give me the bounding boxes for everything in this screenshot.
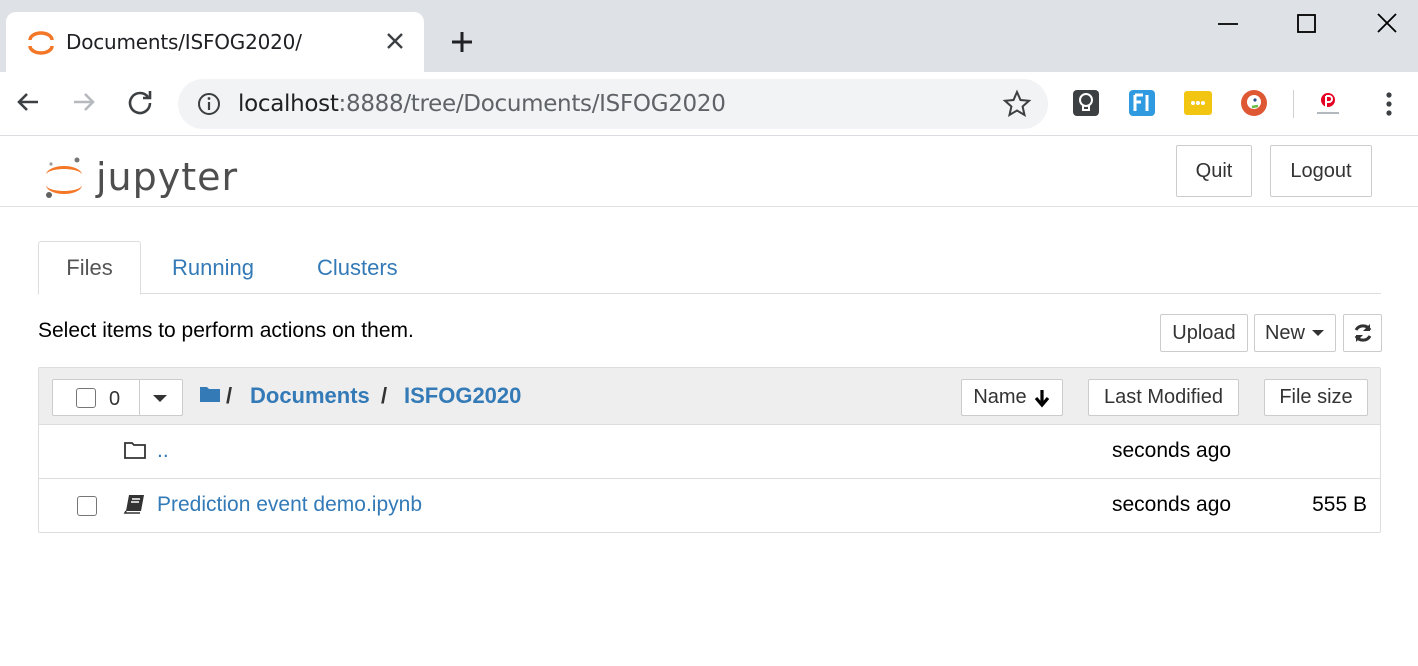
fi-icon[interactable] xyxy=(1127,88,1157,118)
window-close-icon[interactable] xyxy=(1368,8,1404,40)
jupyter-logo[interactable]: jupyter xyxy=(44,147,244,199)
refresh-icon xyxy=(1354,324,1371,342)
caret-down-icon xyxy=(1312,330,1324,336)
bookmark-star-icon[interactable] xyxy=(1002,89,1032,119)
close-tab-icon[interactable] xyxy=(382,28,408,54)
select-all-group: 0 xyxy=(52,379,183,416)
refresh-button[interactable] xyxy=(1343,314,1382,352)
maximize-icon[interactable] xyxy=(1288,8,1324,40)
notebook-icon xyxy=(123,495,144,514)
new-button-label: New xyxy=(1264,321,1305,344)
sort-by-file-size-button[interactable]: File size xyxy=(1264,379,1368,416)
duckduckgo-icon[interactable] xyxy=(1239,88,1269,118)
row-checkbox[interactable] xyxy=(77,496,97,516)
select-divider xyxy=(139,380,140,415)
breadcrumb-separator: / xyxy=(226,383,233,408)
row-modified: seconds ago xyxy=(1112,493,1232,516)
notebook-tabs: Files Running Clusters xyxy=(38,241,1381,295)
select-all-checkbox[interactable] xyxy=(76,388,96,408)
minimize-icon[interactable] xyxy=(1210,8,1246,40)
jupyter-logo-text: jupyter xyxy=(96,155,239,199)
selected-count: 0 xyxy=(109,388,121,410)
url-host: localhost xyxy=(238,91,339,117)
tab-running[interactable]: Running xyxy=(172,241,254,294)
dots-icon[interactable] xyxy=(1183,88,1213,118)
quit-button[interactable]: Quit xyxy=(1176,145,1252,197)
url-text[interactable]: localhost:8888/tree/Documents/ISFOG2020 xyxy=(238,91,726,117)
selection-hint: Select items to perform actions on them. xyxy=(38,319,414,342)
tab-files[interactable]: Files xyxy=(38,241,141,295)
sort-by-name-button[interactable]: Name xyxy=(961,379,1063,416)
breadcrumb-documents[interactable]: Documents xyxy=(250,383,370,409)
forward-arrow-icon[interactable] xyxy=(68,86,100,118)
list-item[interactable]: .. seconds ago xyxy=(39,425,1380,479)
browser-tab-title: Documents/ISFOG2020/ xyxy=(66,30,302,54)
file-list: 0 / Documents / ISFOG2020 Name Last Modi… xyxy=(38,367,1381,533)
select-menu-caret-icon[interactable] xyxy=(152,392,168,404)
browser-tabstrip: Documents/ISFOG2020/ xyxy=(0,0,1418,72)
parent-directory-link[interactable]: .. xyxy=(157,439,169,463)
back-arrow-icon[interactable] xyxy=(12,86,44,118)
browser-tab[interactable]: Documents/ISFOG2020/ xyxy=(6,12,424,72)
sort-by-last-modified-button[interactable]: Last Modified xyxy=(1088,379,1239,416)
list-item[interactable]: Prediction event demo.ipynb seconds ago … xyxy=(39,479,1380,533)
row-file-size: 555 B xyxy=(1312,493,1367,516)
address-bar[interactable]: localhost:8888/tree/Documents/ISFOG2020 xyxy=(178,79,1048,129)
new-dropdown-button[interactable]: New xyxy=(1254,314,1336,352)
breadcrumb-separator: / xyxy=(381,383,388,408)
browser-toolbar: localhost:8888/tree/Documents/ISFOG2020 xyxy=(0,72,1418,136)
jupyter-favicon-icon xyxy=(28,31,54,55)
new-tab-icon[interactable] xyxy=(446,26,478,58)
info-icon[interactable] xyxy=(196,91,222,117)
reload-icon[interactable] xyxy=(124,86,156,118)
notebook-link[interactable]: Prediction event demo.ipynb xyxy=(157,493,422,517)
sort-name-label: Name xyxy=(973,386,1027,408)
tab-clusters[interactable]: Clusters xyxy=(317,241,398,294)
extension-separator xyxy=(1293,90,1294,118)
breadcrumb-isfog2020[interactable]: ISFOG2020 xyxy=(404,383,521,409)
folder-open-icon xyxy=(124,442,146,459)
arrow-down-icon xyxy=(1034,389,1049,407)
home-folder-icon[interactable] xyxy=(199,384,221,404)
jupyter-header: jupyter Quit Logout xyxy=(0,137,1418,207)
lightbulb-icon[interactable] xyxy=(1071,88,1101,118)
url-path: :8888/tree/Documents/ISFOG2020 xyxy=(338,91,726,117)
pinterest-icon[interactable] xyxy=(1313,88,1343,118)
logout-button[interactable]: Logout xyxy=(1270,145,1372,197)
upload-button[interactable]: Upload xyxy=(1160,314,1248,352)
kebab-menu-icon[interactable] xyxy=(1376,88,1402,120)
jupyter-logo-icon xyxy=(46,157,82,198)
file-list-header: 0 / Documents / ISFOG2020 Name Last Modi… xyxy=(39,368,1380,425)
row-modified: seconds ago xyxy=(1112,439,1232,462)
